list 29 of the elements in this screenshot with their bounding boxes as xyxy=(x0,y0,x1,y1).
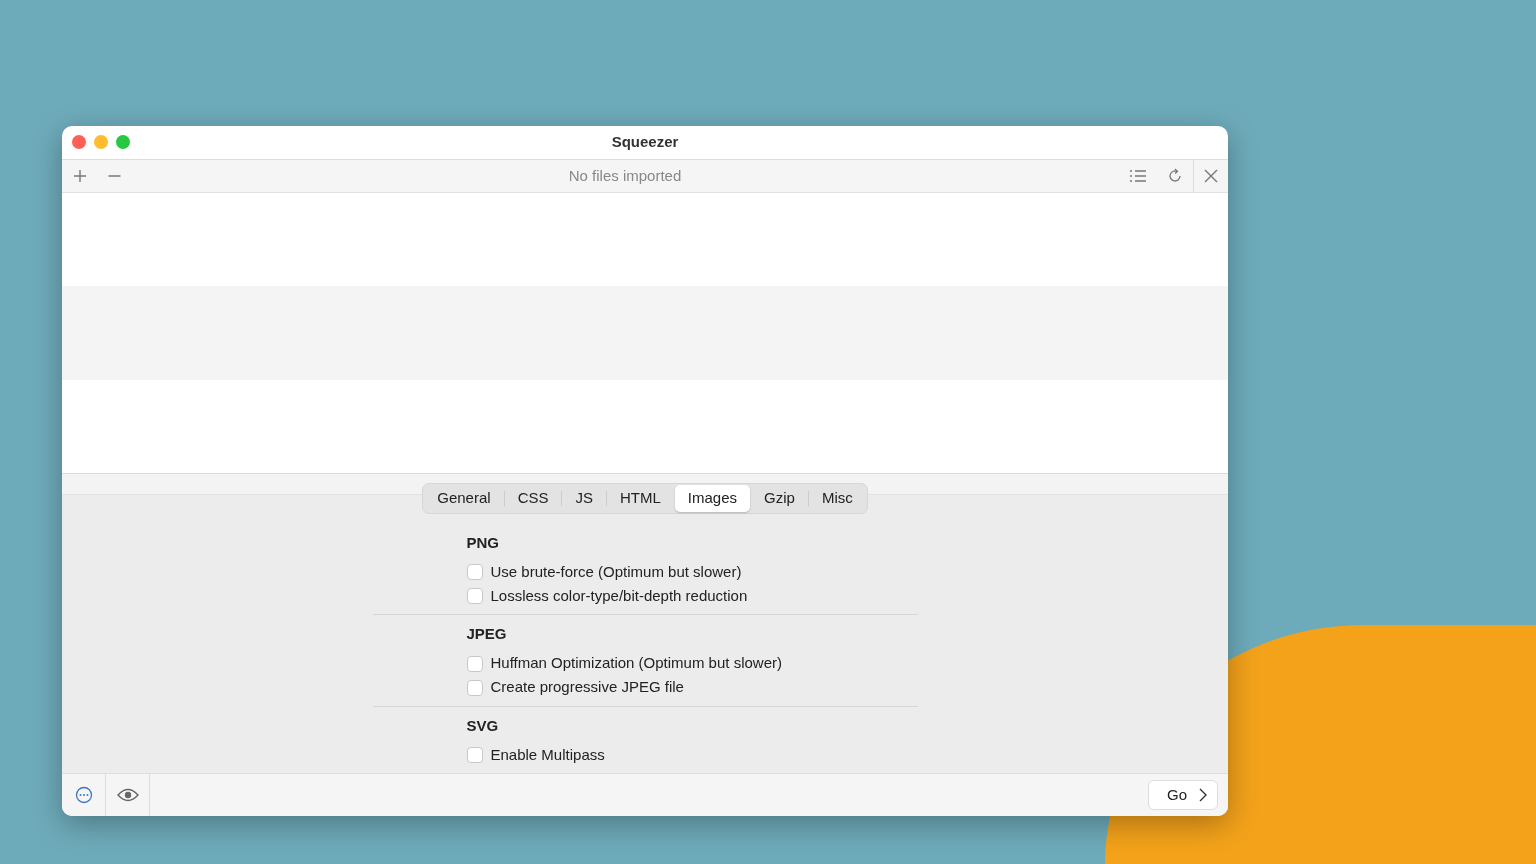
toolbar-status: No files imported xyxy=(567,165,683,186)
tab[interactable]: Misc xyxy=(808,485,866,512)
minus-icon xyxy=(108,174,121,177)
checkbox-label: Enable Multipass xyxy=(490,744,605,765)
go-button[interactable]: Go xyxy=(1148,779,1218,811)
plus-icon xyxy=(72,167,88,184)
checkbox-label: Create progressive JPEG file xyxy=(490,677,684,698)
close-window-button[interactable] xyxy=(72,135,86,150)
section-heading: SVG xyxy=(466,715,500,736)
tab[interactable]: Images xyxy=(674,485,751,512)
checkbox-label: Huffman Optimization (Optimum but slower) xyxy=(490,653,782,674)
zoom-window-button[interactable] xyxy=(116,135,130,150)
tab[interactable]: CSS xyxy=(504,485,562,512)
minimize-window-button[interactable] xyxy=(94,135,108,150)
tab[interactable]: Gzip xyxy=(751,485,808,512)
window-title: Squeezer xyxy=(610,132,680,153)
checkbox[interactable] xyxy=(466,588,483,604)
section-heading: JPEG xyxy=(466,624,508,644)
chevron-right-icon xyxy=(1199,788,1207,802)
checkbox[interactable] xyxy=(466,655,483,672)
checkbox[interactable] xyxy=(466,564,483,580)
tab[interactable]: General xyxy=(424,485,504,512)
section-heading: PNG xyxy=(466,532,500,553)
checkbox-label: Lossless color-type/bit-depth reduction xyxy=(490,585,748,606)
tab[interactable]: HTML xyxy=(607,485,674,512)
tab[interactable]: JS xyxy=(562,485,606,512)
checkbox-label: Use brute-force (Optimum but slower) xyxy=(490,561,742,582)
checkbox[interactable] xyxy=(466,747,483,763)
checkbox[interactable] xyxy=(466,679,483,696)
